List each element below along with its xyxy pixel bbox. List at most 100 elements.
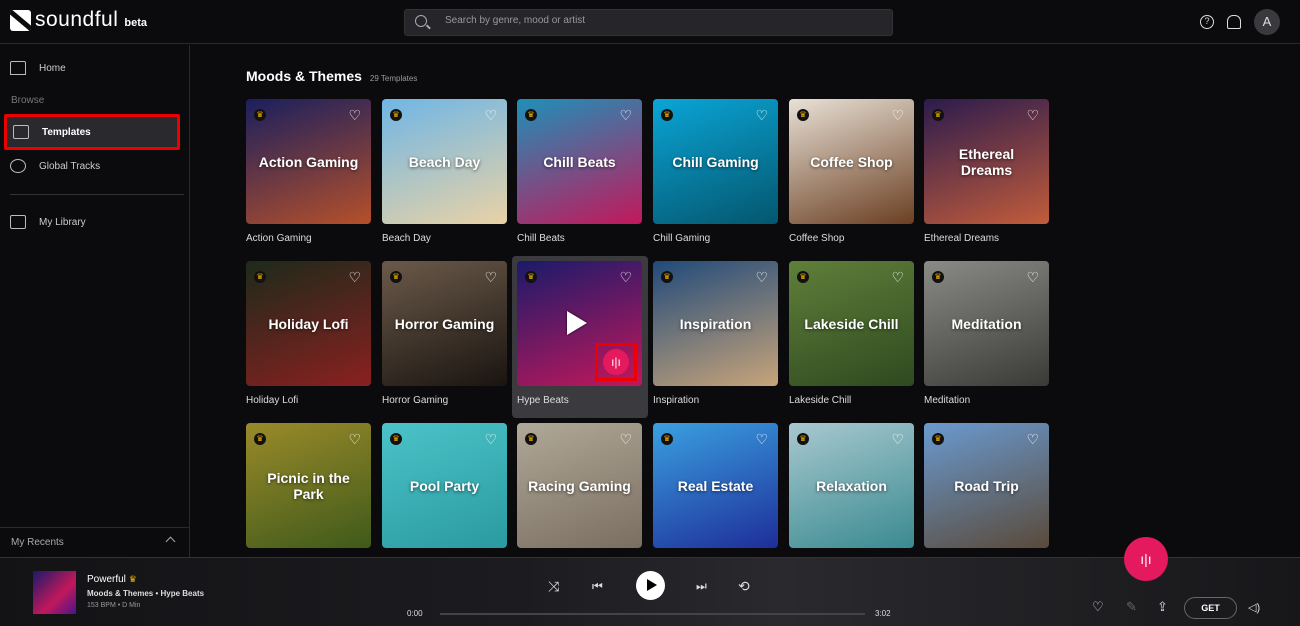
template-overlay-title: Inspiration: [679, 315, 752, 332]
progress-bar[interactable]: [440, 613, 865, 615]
template-label: Lakeside Chill: [789, 395, 852, 406]
template-image[interactable]: ♛ ♡ ı|ı: [517, 261, 642, 386]
duration: 3:02: [875, 609, 891, 618]
heart-icon[interactable]: ♡: [891, 432, 904, 446]
chevron-up-icon: [165, 536, 176, 547]
heart-icon[interactable]: ♡: [484, 108, 497, 122]
repeat-icon[interactable]: ⟲: [738, 578, 750, 595]
template-image[interactable]: ♛ ♡ Horror Gaming: [382, 261, 507, 386]
crown-icon: ♛: [525, 433, 537, 445]
template-card[interactable]: ♛ ♡ ı|ı Hype Beats: [517, 261, 642, 406]
play-icon[interactable]: [567, 311, 587, 335]
template-overlay-title: Racing Gaming: [528, 477, 631, 494]
heart-icon[interactable]: ♡: [891, 270, 904, 284]
previous-icon[interactable]: ⏮: [592, 579, 603, 594]
template-card[interactable]: ♛ ♡ Picnic in the Park: [246, 423, 371, 548]
template-image[interactable]: ♛ ♡ Chill Beats: [517, 99, 642, 224]
player-bar: Powerful ♛ Moods & Themes • Hype Beats 1…: [0, 557, 1300, 626]
template-card[interactable]: ♛ ♡ Beach Day Beach Day: [382, 99, 507, 244]
heart-icon[interactable]: ♡: [1026, 270, 1039, 284]
heart-icon[interactable]: ♡: [348, 108, 361, 122]
template-image[interactable]: ♛ ♡ Relaxation: [789, 423, 914, 548]
sidebar-item-templates[interactable]: Templates: [4, 114, 180, 150]
next-icon[interactable]: ⏭: [696, 579, 707, 594]
logo[interactable]: soundful beta: [10, 9, 147, 31]
my-recents-toggle[interactable]: My Recents: [0, 527, 190, 557]
template-image[interactable]: ♛ ♡ Pool Party: [382, 423, 507, 548]
heart-icon[interactable]: ♡: [755, 432, 768, 446]
crown-icon: ♛: [254, 433, 266, 445]
generate-fab-button[interactable]: ı|ı: [1124, 537, 1168, 581]
share-icon[interactable]: ⇪: [1157, 599, 1168, 615]
heart-icon[interactable]: ♡: [619, 108, 632, 122]
template-card[interactable]: ♛ ♡ Relaxation: [789, 423, 914, 548]
top-bar: soundful beta ? A: [0, 0, 1300, 44]
heart-icon[interactable]: ♡: [619, 270, 632, 284]
search-input[interactable]: [445, 15, 865, 26]
template-card[interactable]: ♛ ♡ Action Gaming Action Gaming: [246, 99, 371, 244]
heart-icon[interactable]: ♡: [891, 108, 904, 122]
beta-badge: beta: [124, 17, 148, 29]
template-image[interactable]: ♛ ♡ Beach Day: [382, 99, 507, 224]
template-image[interactable]: ♛ ♡ Coffee Shop: [789, 99, 914, 224]
heart-icon[interactable]: ♡: [755, 270, 768, 284]
search-bar[interactable]: [404, 9, 893, 36]
bell-icon[interactable]: [1227, 15, 1241, 29]
template-card[interactable]: ♛ ♡ Racing Gaming: [517, 423, 642, 548]
template-card[interactable]: ♛ ♡ Chill Gaming Chill Gaming: [653, 99, 778, 244]
heart-icon[interactable]: ♡: [1092, 599, 1104, 615]
template-card[interactable]: ♛ ♡ Pool Party: [382, 423, 507, 548]
template-card[interactable]: ♛ ♡ Ethereal Dreams Ethereal Dreams: [924, 99, 1049, 244]
track-artwork[interactable]: [33, 571, 76, 614]
template-image[interactable]: ♛ ♡ Racing Gaming: [517, 423, 642, 548]
template-card[interactable]: ♛ ♡ Coffee Shop Coffee Shop: [789, 99, 914, 244]
template-card[interactable]: ♛ ♡ Meditation Meditation: [924, 261, 1049, 406]
heart-icon[interactable]: ♡: [1026, 432, 1039, 446]
crown-icon: ♛: [390, 271, 402, 283]
template-image[interactable]: ♛ ♡ Holiday Lofi: [246, 261, 371, 386]
template-card[interactable]: ♛ ♡ Inspiration Inspiration: [653, 261, 778, 406]
template-image[interactable]: ♛ ♡ Inspiration: [653, 261, 778, 386]
heart-icon[interactable]: ♡: [484, 270, 497, 284]
sidebar-item-my-library[interactable]: My Library: [10, 215, 86, 229]
template-image[interactable]: ♛ ♡ Road Trip: [924, 423, 1049, 548]
divider: [10, 194, 184, 195]
track-title[interactable]: Powerful ♛: [87, 574, 137, 585]
help-icon[interactable]: ?: [1200, 15, 1214, 29]
crown-icon: ♛: [525, 109, 537, 121]
shuffle-icon[interactable]: ⤨: [548, 578, 559, 595]
sidebar-item-label: My Library: [39, 216, 86, 228]
sidebar-item-global-tracks[interactable]: Global Tracks: [10, 159, 100, 173]
heart-icon[interactable]: ♡: [484, 432, 497, 446]
template-image[interactable]: ♛ ♡ Ethereal Dreams: [924, 99, 1049, 224]
template-card[interactable]: ♛ ♡ Road Trip: [924, 423, 1049, 548]
template-image[interactable]: ♛ ♡ Meditation: [924, 261, 1049, 386]
heart-icon[interactable]: ♡: [348, 432, 361, 446]
crown-icon: ♛: [932, 109, 944, 121]
template-card[interactable]: ♛ ♡ Chill Beats Chill Beats: [517, 99, 642, 244]
crown-icon: ♛: [254, 271, 266, 283]
template-card[interactable]: ♛ ♡ Holiday Lofi Holiday Lofi: [246, 261, 371, 406]
app-name: soundful: [35, 8, 119, 31]
template-image[interactable]: ♛ ♡ Action Gaming: [246, 99, 371, 224]
get-button[interactable]: GET: [1184, 597, 1237, 619]
volume-icon[interactable]: ◁): [1248, 601, 1260, 614]
edit-icon[interactable]: ✎: [1126, 599, 1137, 615]
heart-icon[interactable]: ♡: [755, 108, 768, 122]
play-button[interactable]: [636, 571, 665, 600]
heart-icon[interactable]: ♡: [348, 270, 361, 284]
template-image[interactable]: ♛ ♡ Chill Gaming: [653, 99, 778, 224]
template-image[interactable]: ♛ ♡ Picnic in the Park: [246, 423, 371, 548]
generate-waveform-button[interactable]: ı|ı: [595, 343, 637, 381]
heart-icon[interactable]: ♡: [619, 432, 632, 446]
template-image[interactable]: ♛ ♡ Lakeside Chill: [789, 261, 914, 386]
sidebar-item-home[interactable]: Home: [10, 61, 66, 75]
sidebar-item-label: Templates: [42, 126, 91, 138]
template-image[interactable]: ♛ ♡ Real Estate: [653, 423, 778, 548]
template-card[interactable]: ♛ ♡ Lakeside Chill Lakeside Chill: [789, 261, 914, 406]
template-card[interactable]: ♛ ♡ Horror Gaming Horror Gaming: [382, 261, 507, 406]
heart-icon[interactable]: ♡: [1026, 108, 1039, 122]
template-card[interactable]: ♛ ♡ Real Estate: [653, 423, 778, 548]
avatar[interactable]: A: [1254, 9, 1280, 35]
search-icon: [415, 15, 427, 27]
